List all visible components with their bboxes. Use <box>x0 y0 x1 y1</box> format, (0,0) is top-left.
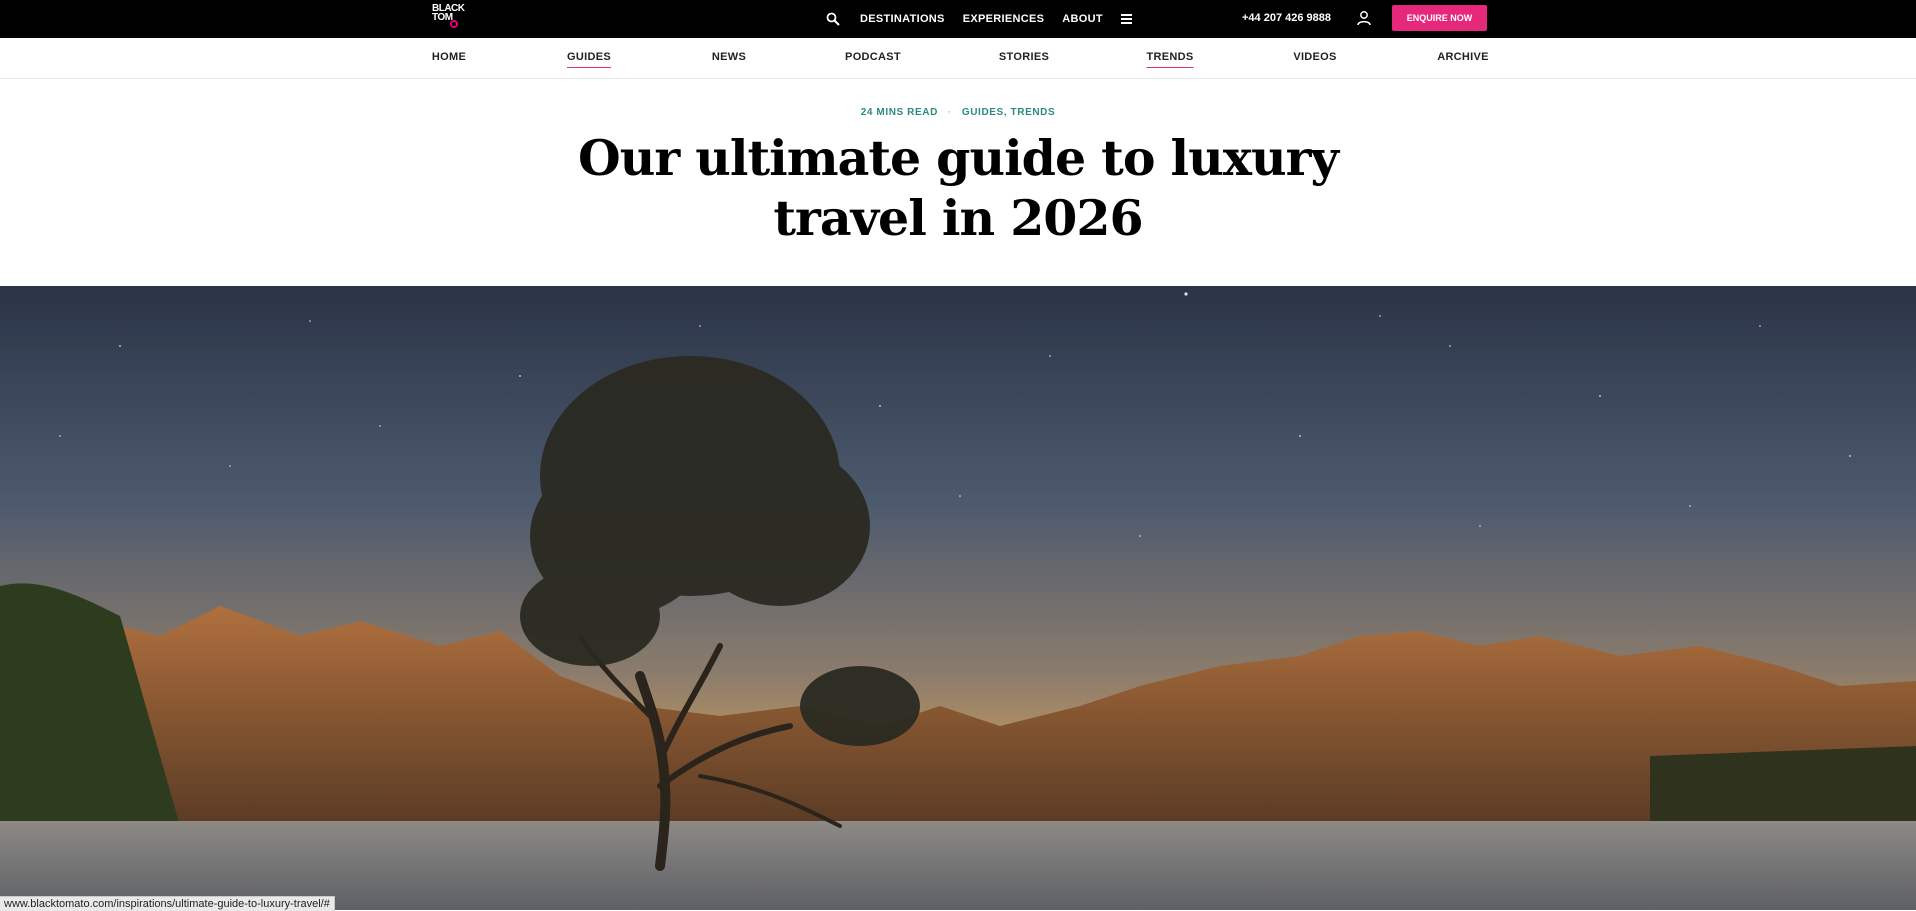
main-nav: DESTINATIONS EXPERIENCES ABOUT <box>826 0 1133 38</box>
status-bar-url: www.blacktomato.com/inspirations/ultimat… <box>0 896 335 911</box>
subnav-archive[interactable]: ARCHIVE <box>1437 38 1489 78</box>
subnav-news[interactable]: NEWS <box>712 38 746 78</box>
logo-mark <box>450 20 458 28</box>
nav-about[interactable]: ABOUT <box>1062 13 1103 25</box>
read-time: 24 MINS READ <box>860 107 938 118</box>
user-icon[interactable] <box>1356 10 1372 26</box>
logo[interactable]: BLACK TOM <box>432 4 472 32</box>
hero-landscape-illustration <box>0 286 1916 910</box>
subnav-stories[interactable]: STORIES <box>999 38 1049 78</box>
nav-experiences[interactable]: EXPERIENCES <box>963 13 1045 25</box>
article-meta: 24 MINS READ · GUIDES, TRENDS <box>0 107 1916 118</box>
menu-icon[interactable] <box>1120 14 1133 24</box>
subnav-podcast[interactable]: PODCAST <box>845 38 901 78</box>
phone-number[interactable]: +44 207 426 9888 <box>1242 0 1331 38</box>
subnav-home[interactable]: HOME <box>432 38 466 78</box>
nav-destinations[interactable]: DESTINATIONS <box>860 13 945 25</box>
top-bar: BLACK TOM DESTINATIONS EXPERIENCES ABOUT… <box>0 0 1916 38</box>
enquire-now-button[interactable]: ENQUIRE NOW <box>1392 5 1487 31</box>
secondary-nav: HOME GUIDES NEWS PODCAST STORIES TRENDS … <box>0 38 1916 79</box>
subnav-trends[interactable]: TRENDS <box>1146 38 1194 78</box>
hero-image <box>0 286 1916 910</box>
meta-separator: · <box>947 107 952 118</box>
subnav-guides[interactable]: GUIDES <box>567 38 611 78</box>
article-categories[interactable]: GUIDES, TRENDS <box>962 107 1055 118</box>
subnav-videos[interactable]: VIDEOS <box>1293 38 1336 78</box>
page-title: Our ultimate guide to luxury travel in 2… <box>578 129 1339 247</box>
search-icon[interactable] <box>826 12 840 26</box>
